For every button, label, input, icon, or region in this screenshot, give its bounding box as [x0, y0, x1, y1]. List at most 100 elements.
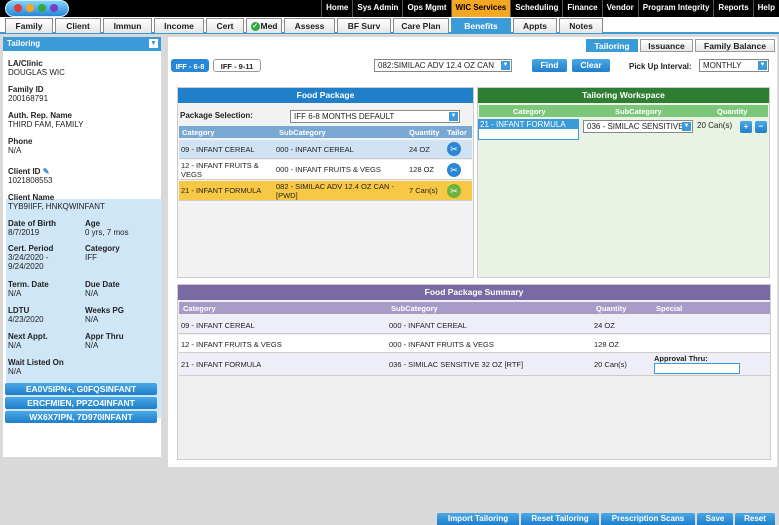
table-row[interactable]: 12 - INFANT FRUITS & VEGS 000 - INFANT F… [179, 160, 472, 180]
minus-icon: − [758, 121, 764, 131]
scissors-icon[interactable]: ✂ [447, 184, 461, 198]
increment-button[interactable]: + [740, 121, 752, 133]
auth-rep: Auth. Rep. Name THIRD FAM, FAMILY [8, 111, 84, 129]
reset-tailoring-button[interactable]: Reset Tailoring [521, 513, 599, 525]
workspace-quantity: 20 Can(s) [697, 121, 733, 130]
la-clinic: LA/Clinic DOUGLAS WIC [8, 59, 65, 77]
find-button[interactable]: Find [532, 59, 567, 72]
tab-income[interactable]: Income [154, 18, 204, 33]
age: Age 0 yrs, 7 mos [85, 219, 129, 237]
participant-button[interactable]: ERCFMIEN, PPZO4INFANT [5, 397, 157, 409]
iff-9-11-button[interactable]: IFF - 9-11 [213, 59, 261, 72]
product-select-value: 082:SIMILAC ADV 12.4 OZ CAN [378, 61, 495, 70]
tab-appts[interactable]: Appts [513, 18, 557, 33]
food-package-header: Category SubCategory Quantity Tailor [179, 126, 472, 138]
tab-cert[interactable]: Cert [206, 18, 244, 33]
hands-logo [5, 0, 69, 17]
tailoring-workspace-panel: Tailoring Workspace Category SubCategory… [477, 87, 770, 278]
workspace-subcategory-value: 036 - SIMILAC SENSITIVE [587, 122, 684, 131]
top-nav-vendor[interactable]: Vendor [601, 0, 638, 17]
tab-client[interactable]: Client [55, 18, 101, 33]
check-icon: ✓ [250, 22, 260, 32]
product-select[interactable]: 082:SIMILAC ADV 12.4 OZ CAN ▼ [374, 59, 512, 72]
workspace-title: Tailoring Workspace [478, 88, 769, 103]
reset-button[interactable]: Reset [735, 513, 775, 525]
tab-care-plan[interactable]: Care Plan [393, 18, 449, 33]
table-row[interactable]: 09 - INFANT CEREAL 000 - INFANT CEREAL 2… [179, 140, 472, 159]
pencil-icon[interactable]: ✎ [43, 167, 50, 176]
client-info-panel: Tailoring ▼ LA/Clinic DOUGLAS WIC Family … [3, 37, 162, 457]
pickup-interval-value: MONTHLY [703, 61, 742, 70]
tab-issuance[interactable]: Issuance [640, 39, 693, 52]
tab-med-label: Med [260, 21, 278, 31]
tab-assess[interactable]: Assess [284, 18, 335, 33]
top-nav-help[interactable]: Help [752, 0, 779, 17]
workspace-category[interactable]: 21 - INFANT FORMULA [478, 119, 579, 140]
category: Category IFF [85, 244, 120, 262]
pickup-interval-select[interactable]: MONTHLY ▼ [699, 59, 769, 72]
tab-immun[interactable]: Immun [103, 18, 152, 33]
workspace-header: Category SubCategory Quantity [479, 105, 768, 117]
summary-title: Food Package Summary [178, 285, 770, 300]
package-selection-value: IFF 6-8 MONTHS DEFAULT [294, 112, 395, 121]
tab-notes[interactable]: Notes [559, 18, 603, 33]
top-nav: Home Sys Admin Ops Mgmt WIC Services Sch… [321, 0, 779, 17]
scissors-icon[interactable]: ✂ [447, 142, 461, 156]
tab-tailoring[interactable]: Tailoring [586, 39, 638, 52]
package-selection-select[interactable]: IFF 6-8 MONTHS DEFAULT ▼ [290, 110, 460, 123]
plus-icon: + [743, 121, 749, 131]
wait-listed: Wait Listed On N/A [8, 358, 64, 376]
chevron-down-icon: ▼ [501, 61, 510, 70]
client-name: Client Name TYB9IIFF, HNKQWINFANT [8, 193, 105, 211]
top-nav-ops-mgmt[interactable]: Ops Mgmt [402, 0, 450, 17]
table-row: 12 - INFANT FRUITS & VEGS 000 - INFANT F… [179, 335, 770, 353]
top-nav-scheduling[interactable]: Scheduling [510, 0, 562, 17]
summary-header: Category SubCategory Quantity Special [179, 302, 770, 314]
food-package-summary-panel: Food Package Summary Category SubCategor… [177, 284, 771, 460]
main-content: Tailoring Issuance Family Balance IFF - … [168, 37, 777, 467]
family-id: Family ID 200168791 [8, 85, 49, 103]
weeks-pg: Weeks PG N/A [85, 306, 124, 324]
save-button[interactable]: Save [697, 513, 733, 525]
panel-dropdown[interactable]: Tailoring ▼ [3, 37, 161, 51]
approval-thru-label: Approval Thru: [654, 354, 708, 363]
panel-dropdown-label: Tailoring [7, 39, 41, 48]
pickup-interval-label: Pick Up Interval: [629, 62, 692, 71]
participant-button[interactable]: EA0V5IPN+, G0FQSINFANT [5, 383, 157, 395]
top-nav-home[interactable]: Home [321, 0, 352, 17]
phone: Phone N/A [8, 137, 33, 155]
chevron-down-icon: ▼ [682, 122, 691, 131]
import-tailoring-button[interactable]: Import Tailoring [437, 513, 519, 525]
approval-thru-input[interactable] [654, 363, 740, 374]
tab-bf-surv[interactable]: BF Surv [337, 18, 391, 33]
top-nav-wic-services[interactable]: WIC Services [450, 0, 511, 17]
tab-med[interactable]: ✓ Med [246, 18, 282, 33]
top-nav-sys-admin[interactable]: Sys Admin [352, 0, 402, 17]
prescription-scans-button[interactable]: Prescription Scans [601, 513, 695, 525]
next-appt: Next Appt. N/A [8, 332, 48, 350]
iff-6-8-button[interactable]: IFF - 6-8 [171, 59, 209, 72]
tab-benefits[interactable]: Benefits [451, 18, 511, 33]
ldtu: LDTU 4/23/2020 [8, 306, 44, 324]
due-date: Due Date N/A [85, 280, 120, 298]
food-package-title: Food Package [178, 88, 473, 103]
tab-family-balance[interactable]: Family Balance [695, 39, 775, 52]
workspace-subcategory-select[interactable]: 036 - SIMILAC SENSITIVE ▼ [583, 120, 693, 133]
module-tabs: Family Client Immun Income Cert ✓ Med Ass… [0, 17, 779, 34]
table-row-selected[interactable]: 21 - INFANT FORMULA 082 - SIMILAC ADV 12… [179, 181, 472, 201]
clear-button[interactable]: Clear [572, 59, 610, 72]
tab-family[interactable]: Family [5, 18, 53, 33]
top-nav-program-integrity[interactable]: Program Integrity [637, 0, 714, 17]
package-selection-label: Package Selection: [180, 111, 253, 120]
participant-button[interactable]: WX6X7IPN, 7D970INFANT [5, 411, 157, 423]
decrement-button[interactable]: − [755, 121, 767, 133]
top-nav-reports[interactable]: Reports [713, 0, 752, 17]
appr-thru: Appr Thru N/A [85, 332, 124, 350]
scissors-icon[interactable]: ✂ [447, 163, 461, 177]
table-row: 09 - INFANT CEREAL 000 - INFANT CEREAL 2… [179, 316, 770, 334]
chevron-down-icon: ▼ [449, 112, 458, 121]
client-id: Client ID ✎ 1021808553 [8, 167, 53, 185]
chevron-down-icon: ▼ [758, 61, 767, 70]
top-nav-finance[interactable]: Finance [562, 0, 601, 17]
food-package-panel: Food Package Package Selection: IFF 6-8 … [177, 87, 474, 278]
